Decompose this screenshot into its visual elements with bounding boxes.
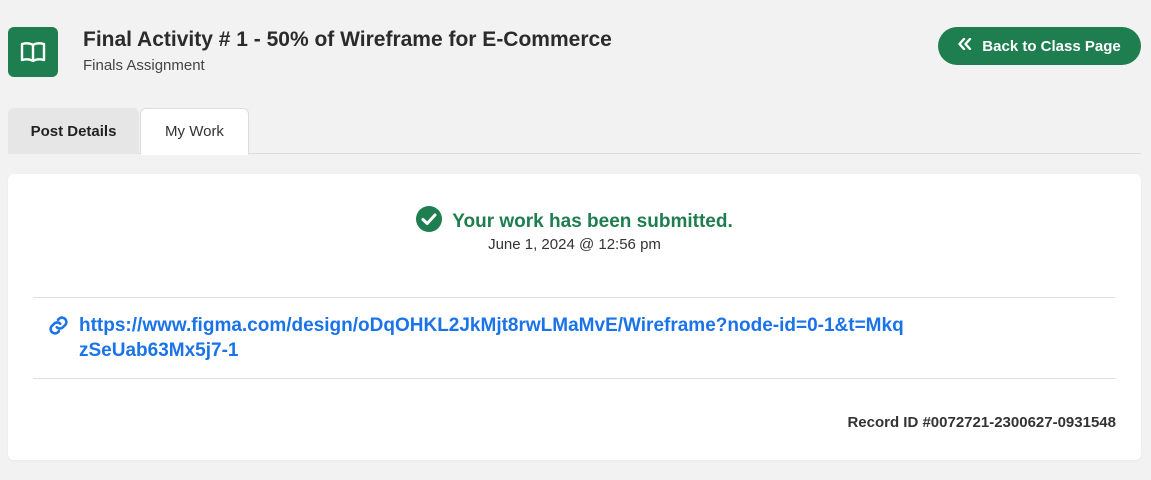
chevrons-left-icon bbox=[958, 37, 972, 55]
divider bbox=[33, 378, 1115, 379]
back-to-class-button[interactable]: Back to Class Page bbox=[938, 27, 1141, 65]
submitted-link[interactable]: https://www.figma.com/design/oDqOHKL2JkM… bbox=[79, 313, 908, 363]
submission-card: Your work has been submitted. June 1, 20… bbox=[8, 174, 1141, 460]
page-header: Final Activity # 1 - 50% of Wireframe fo… bbox=[0, 0, 1151, 100]
book-open-icon bbox=[8, 27, 58, 77]
check-circle-icon bbox=[416, 206, 443, 237]
page-subtitle: Finals Assignment bbox=[83, 57, 205, 74]
page-title: Final Activity # 1 - 50% of Wireframe fo… bbox=[83, 28, 612, 51]
tab-bar: Post Details My Work bbox=[8, 108, 1141, 155]
link-icon bbox=[48, 315, 69, 341]
back-button-label: Back to Class Page bbox=[982, 37, 1121, 55]
status-text: Your work has been submitted. bbox=[452, 210, 733, 232]
submission-status: Your work has been submitted. bbox=[8, 206, 1141, 237]
record-id: Record ID #0072721-2300627-0931548 bbox=[847, 414, 1116, 431]
submitted-link-row: https://www.figma.com/design/oDqOHKL2JkM… bbox=[48, 313, 908, 363]
submission-date: June 1, 2024 @ 12:56 pm bbox=[488, 236, 661, 253]
tab-post-details[interactable]: Post Details bbox=[8, 108, 139, 154]
tab-my-work[interactable]: My Work bbox=[140, 108, 249, 155]
divider bbox=[33, 297, 1115, 298]
